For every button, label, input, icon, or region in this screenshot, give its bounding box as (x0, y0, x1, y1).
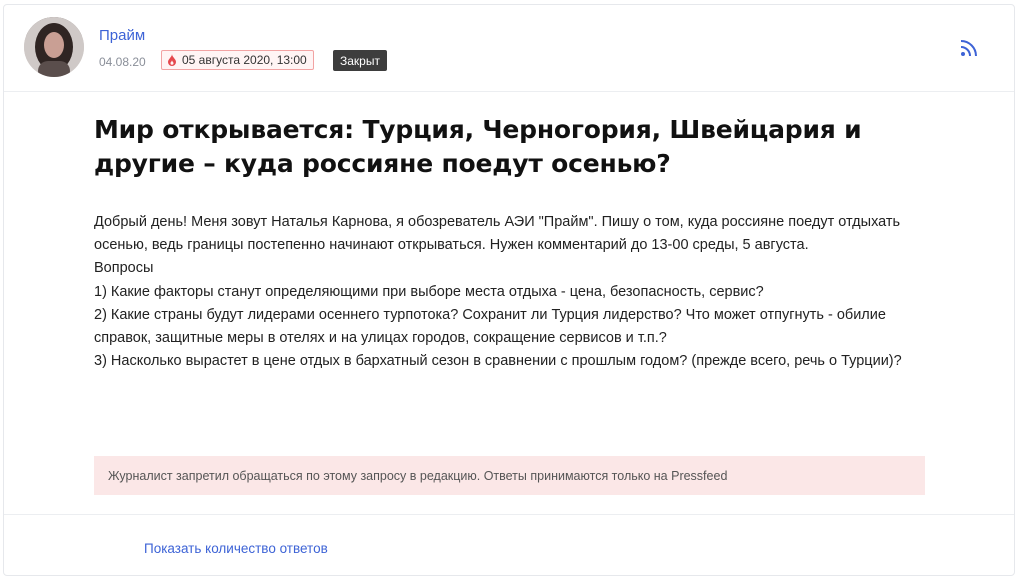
avatar-photo (24, 17, 84, 77)
show-answers-link[interactable]: Показать количество ответов (144, 541, 328, 556)
body-intro: Добрый день! Меня зовут Наталья Карнова,… (94, 214, 901, 254)
deadline-text: 05 августа 2020, 13:00 (182, 53, 307, 67)
body-question-1: 1) Какие факторы станут определяющими пр… (94, 283, 764, 300)
request-card: Прайм 04.08.20 05 августа 2020, 13:00 За… (3, 4, 1015, 576)
card-header: Прайм 04.08.20 05 августа 2020, 13:00 За… (4, 5, 1014, 92)
author-avatar[interactable] (24, 17, 84, 77)
rss-icon[interactable] (959, 38, 979, 58)
body-question-3: 3) Насколько вырастет в цене отдых в бар… (94, 353, 902, 370)
body-questions-heading: Вопросы (94, 260, 154, 277)
status-badge: Закрыт (333, 50, 387, 71)
card-footer: Показать количество ответов (4, 514, 1014, 577)
request-body: Добрый день! Меня зовут Наталья Карнова,… (94, 211, 914, 373)
post-date: 04.08.20 (99, 55, 146, 69)
restriction-notice: Журналист запретил обращаться по этому з… (94, 456, 925, 495)
deadline-badge: 05 августа 2020, 13:00 (161, 50, 314, 70)
body-question-2: 2) Какие страны будут лидерами осеннего … (94, 306, 886, 347)
fire-drop-icon (168, 54, 176, 66)
request-title: Мир открывается: Турция, Черногория, Шве… (94, 115, 862, 178)
author-link[interactable]: Прайм (99, 27, 145, 44)
